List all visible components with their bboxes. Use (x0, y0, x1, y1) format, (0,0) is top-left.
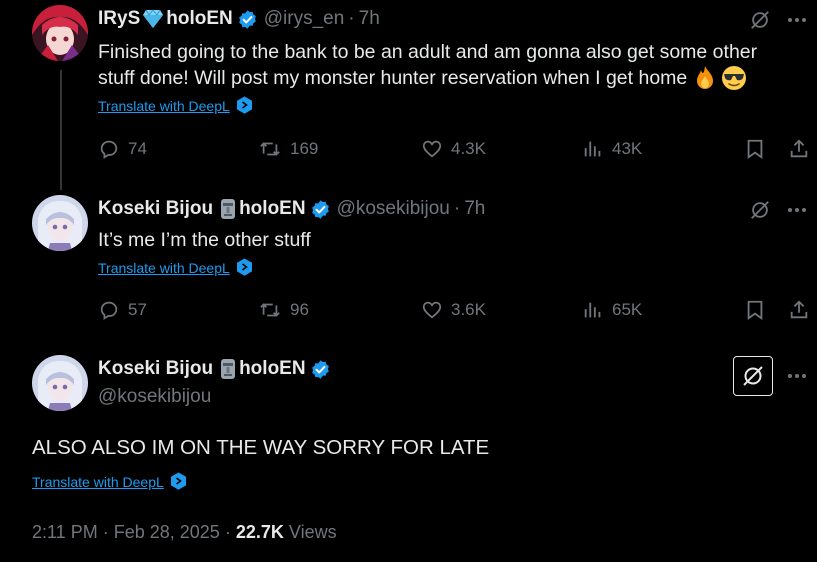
translate-label[interactable]: Translate with DeepL (98, 98, 230, 114)
verified-badge-icon (310, 359, 331, 380)
analytics-icon (584, 302, 601, 318)
more-options-icon[interactable] (785, 8, 809, 32)
heart-icon (422, 140, 442, 158)
views-count: 65K (612, 300, 643, 319)
grok-icon[interactable] (748, 8, 772, 32)
views-button[interactable]: 65K (582, 299, 642, 321)
analytics-icon (584, 141, 601, 157)
bookmark-icon (747, 139, 763, 160)
share-button[interactable] (788, 299, 810, 321)
reply-button[interactable]: 57 (98, 299, 147, 321)
heart-icon (422, 301, 442, 319)
repost-count: 96 (290, 300, 309, 319)
reply-count: 57 (128, 300, 147, 319)
views-button[interactable]: 43K (582, 138, 642, 160)
deepl-icon (170, 472, 187, 491)
views-label: Views (288, 522, 337, 542)
translate-label[interactable]: Translate with DeepL (98, 260, 230, 276)
reply-count: 74 (128, 139, 147, 158)
action-bar: 74 169 4.3K 43K (98, 138, 813, 164)
display-name-suffix[interactable]: holoEN (239, 198, 306, 220)
fire-emoji (693, 65, 717, 91)
grok-icon[interactable] (733, 356, 773, 396)
separator-dot: · (348, 8, 355, 29)
action-bar: 57 96 3.6K 65K (98, 299, 813, 325)
handle[interactable]: @kosekibijou (337, 198, 450, 220)
like-count: 4.3K (451, 139, 486, 158)
repost-button[interactable]: 96 (258, 299, 309, 321)
tweet-header: Koseki Bijou holoEN @kosekibijou · 7h (98, 198, 485, 220)
bookmark-button[interactable] (744, 138, 766, 160)
more-options-icon[interactable] (785, 198, 809, 222)
handle-row: @kosekibijou (98, 386, 211, 408)
bookmark-icon (747, 300, 763, 321)
handle[interactable]: @kosekibijou (98, 386, 211, 408)
moai-icon (219, 358, 237, 380)
grok-icon[interactable] (748, 198, 772, 222)
post-date[interactable]: Feb 28, 2025 (114, 522, 220, 542)
translate-label[interactable]: Translate with DeepL (32, 474, 164, 490)
tweet-text-line: stuff done! Will post my monster hunter … (98, 67, 688, 89)
tweet-text: Finished going to the bank to be an adul… (98, 39, 813, 91)
avatar-bijou[interactable] (32, 195, 88, 251)
repost-button[interactable]: 169 (258, 138, 318, 160)
more-options-icon[interactable] (785, 364, 809, 388)
display-name[interactable]: IRyS (98, 8, 140, 30)
reply-button[interactable]: 74 (98, 138, 147, 160)
tweet-header: Koseki Bijou holoEN (98, 358, 331, 380)
separator-dot: · (102, 522, 114, 542)
avatar-bijou[interactable] (32, 355, 88, 411)
translate-link[interactable]: Translate with DeepL (32, 472, 187, 491)
post-time[interactable]: 2:11 PM (32, 522, 98, 542)
like-button[interactable]: 3.6K (421, 299, 486, 321)
repost-count: 169 (290, 139, 319, 158)
bookmark-button[interactable] (744, 299, 766, 321)
share-button[interactable] (788, 138, 810, 160)
repost-icon (260, 142, 280, 156)
timestamp[interactable]: 7h (359, 8, 380, 30)
separator-dot: · (453, 198, 461, 219)
timestamp[interactable]: 7h (464, 198, 485, 220)
verified-badge-icon (310, 199, 331, 220)
separator-dot: · (224, 522, 236, 542)
translate-link[interactable]: Translate with DeepL (98, 258, 253, 277)
verified-badge-icon (237, 9, 258, 30)
views-count: 43K (612, 139, 643, 158)
share-icon (790, 139, 808, 158)
like-button[interactable]: 4.3K (421, 138, 486, 160)
repost-icon (260, 303, 280, 317)
handle[interactable]: @irys_en (264, 8, 345, 30)
deepl-icon (236, 258, 253, 277)
tweet-meta: 2:11 PM · Feb 28, 2025 · 22.7K Views (32, 522, 337, 543)
display-name[interactable]: Koseki Bijou (98, 358, 213, 380)
display-name[interactable]: Koseki Bijou (98, 198, 213, 220)
share-icon (790, 300, 808, 319)
reply-icon (100, 301, 118, 320)
like-count: 3.6K (451, 300, 486, 319)
moai-icon (219, 198, 237, 220)
tweet-text: ALSO ALSO IM ON THE WAY SORRY FOR LATE (32, 436, 490, 459)
sunglasses-emoji (721, 65, 747, 91)
tweet-text: It’s me I’m the other stuff (98, 229, 311, 251)
deepl-icon (236, 96, 253, 115)
display-name-suffix[interactable]: holoEN (239, 358, 306, 380)
display-name-suffix[interactable]: holoEN (166, 8, 233, 30)
views-count: 22.7K (235, 522, 284, 542)
translate-link[interactable]: Translate with DeepL (98, 96, 253, 115)
tweet-text-line: Finished going to the bank to be an adul… (98, 41, 758, 63)
tweet-header: IRyS holoEN @irys_en · 7h (98, 8, 380, 30)
gem-icon (142, 9, 164, 29)
tweet-bijou-reply[interactable]: Koseki Bijou holoEN @kosekibijou · 7h It… (0, 188, 817, 343)
thread-line (60, 70, 62, 190)
tweet-irys[interactable]: IRyS holoEN @irys_en · 7h Finished going… (0, 0, 817, 190)
avatar-irys[interactable] (32, 5, 88, 61)
reply-icon (100, 140, 118, 159)
